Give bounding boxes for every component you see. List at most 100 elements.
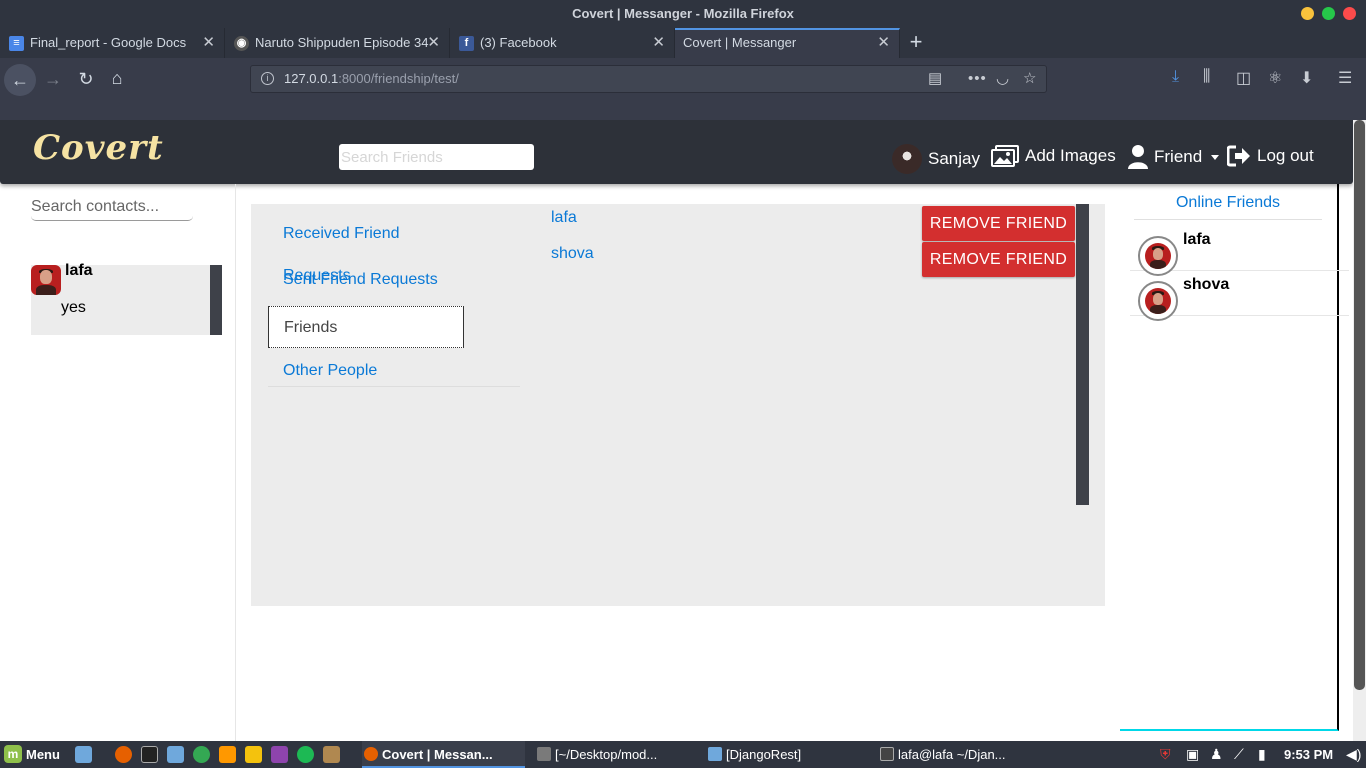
start-menu-button[interactable]: m Menu — [4, 745, 60, 763]
downloads-icon[interactable]: ⤓ — [1172, 68, 1179, 86]
sidebar-icon[interactable]: ◫ — [1236, 68, 1251, 88]
task-files[interactable]: [DjangoRest] — [706, 741, 869, 768]
forward-button[interactable]: → — [42, 67, 64, 91]
tab-covert-messanger[interactable]: Covert | Messanger ✕ — [675, 28, 900, 58]
back-button[interactable]: ← — [4, 64, 36, 96]
reader-view-icon[interactable]: ▤ — [928, 66, 942, 92]
sublime-icon — [537, 747, 551, 761]
google-docs-icon: ≡ — [9, 36, 24, 51]
tab-label: Final_report - Google Docs — [30, 35, 187, 50]
battery-icon[interactable]: ▮ — [1258, 746, 1266, 763]
search-friends-input[interactable] — [339, 144, 534, 170]
tab-label: Covert | Messanger — [683, 35, 797, 50]
bookmarks-toolbar — [0, 100, 1366, 120]
mint-logo-icon: m — [4, 745, 22, 763]
tab-label: Naruto Shippuden Episode 34 — [255, 35, 429, 50]
show-desktop-icon[interactable] — [75, 746, 92, 763]
friend-link-shova[interactable]: shova — [551, 245, 594, 263]
new-tab-button[interactable]: + — [904, 28, 928, 58]
pocket-icon[interactable]: ◡ — [996, 66, 1009, 92]
close-tab-icon[interactable]: ✕ — [652, 28, 665, 58]
clock[interactable]: 9:53 PM — [1284, 741, 1333, 768]
online-friend-item[interactable]: shova — [1130, 271, 1349, 321]
home-button[interactable]: ⌂ — [106, 66, 128, 90]
firefox-icon — [364, 747, 378, 761]
close-tab-icon[interactable]: ✕ — [202, 28, 215, 58]
online-friends-title: Online Friends — [1134, 194, 1322, 220]
friend-dropdown[interactable]: Friend — [1128, 145, 1220, 169]
minimize-button[interactable] — [1301, 7, 1314, 20]
close-tab-icon[interactable]: ✕ — [427, 28, 440, 58]
clipboard-icon[interactable]: ▣ — [1186, 746, 1199, 763]
avatar — [1145, 243, 1171, 269]
files-launcher-icon[interactable] — [167, 746, 184, 763]
info-icon[interactable]: i — [261, 72, 274, 85]
friendship-menu: Received Friend Requests Sent Friend Req… — [268, 212, 520, 387]
task-terminal[interactable]: lafa@lafa ~/Djan... — [878, 741, 1041, 768]
terminal-launcher-icon[interactable] — [141, 746, 158, 763]
app-logo[interactable]: Covert — [33, 128, 164, 168]
user-profile-link[interactable]: Sanjay — [892, 144, 980, 174]
volume-icon[interactable]: ◀) — [1346, 746, 1361, 763]
remove-friend-button[interactable]: REMOVE FRIEND — [922, 206, 1075, 241]
friends-list-scrollbar[interactable] — [1076, 204, 1089, 505]
online-friend-item[interactable]: lafa — [1130, 226, 1349, 276]
logout-link[interactable]: Log out — [1227, 145, 1314, 167]
avatar-ring — [1138, 281, 1178, 321]
friend-dropdown-label: Friend — [1154, 147, 1203, 166]
add-images-link[interactable]: Add Images — [991, 145, 1116, 167]
contact-scrollbar[interactable] — [210, 265, 222, 335]
url-path: :8000/friendship/test/ — [338, 71, 459, 86]
more-actions-icon[interactable]: ••• — [968, 66, 987, 92]
reload-button[interactable]: ↻ — [75, 67, 97, 91]
bookmark-star-icon[interactable]: ☆ — [1023, 66, 1036, 92]
friend-link-lafa[interactable]: lafa — [551, 209, 577, 227]
task-label: Covert | Messan... — [382, 747, 493, 762]
menu-received-requests[interactable]: Received Friend Requests — [268, 213, 464, 284]
notes-launcher-icon[interactable] — [245, 746, 262, 763]
shield-icon[interactable]: ⛨ — [1160, 746, 1171, 763]
avatar — [31, 265, 61, 295]
images-icon — [991, 145, 1019, 167]
online-friend-name: lafa — [1183, 231, 1211, 248]
close-window-button[interactable] — [1343, 7, 1356, 20]
user-status-icon[interactable]: ♟ — [1210, 746, 1223, 763]
menu-friends[interactable]: Friends — [268, 306, 464, 348]
chrome-launcher-icon[interactable] — [193, 746, 210, 763]
sublime-launcher-icon[interactable] — [219, 746, 236, 763]
task-firefox[interactable]: Covert | Messan... — [362, 741, 525, 768]
tab-google-docs[interactable]: ≡ Final_report - Google Docs ✕ — [0, 28, 225, 58]
archive-launcher-icon[interactable] — [323, 746, 340, 763]
network-icon[interactable]: ⟋ — [1234, 746, 1244, 763]
naruto-icon: ◉ — [234, 36, 249, 51]
tab-facebook[interactable]: f (3) Facebook ✕ — [450, 28, 675, 58]
hamburger-menu-icon[interactable]: ☰ — [1338, 68, 1352, 88]
menu-sent-requests[interactable]: Sent Friend Requests — [268, 259, 464, 301]
avatar — [892, 144, 922, 174]
contacts-panel: lafa yes — [0, 184, 236, 741]
desktop-taskbar: m Menu Covert | Messan... [~/Desktop/mod… — [0, 741, 1366, 768]
extension-download-icon[interactable]: ⬇ — [1300, 68, 1313, 88]
search-contacts-input[interactable] — [31, 194, 193, 221]
add-images-label: Add Images — [1025, 146, 1116, 165]
task-sublime[interactable]: [~/Desktop/mod... — [535, 741, 698, 768]
library-icon[interactable]: ⫼ — [1203, 68, 1210, 86]
menu-other-people[interactable]: Other People — [268, 350, 464, 392]
video-launcher-icon[interactable] — [271, 746, 288, 763]
remove-friend-button[interactable]: REMOVE FRIEND — [922, 242, 1075, 277]
page-scrollbar[interactable] — [1353, 120, 1366, 741]
friendship-panel: Received Friend Requests Sent Friend Req… — [251, 204, 1105, 606]
maximize-button[interactable] — [1322, 7, 1335, 20]
terminal-icon — [880, 747, 894, 761]
online-friend-name: shova — [1183, 276, 1230, 293]
start-menu-label: Menu — [26, 746, 60, 762]
close-tab-icon[interactable]: ✕ — [877, 30, 890, 56]
contact-item[interactable]: lafa yes — [31, 262, 222, 335]
page-scrollbar-thumb[interactable] — [1354, 120, 1365, 690]
task-label: lafa@lafa ~/Djan... — [898, 747, 1006, 762]
spotify-launcher-icon[interactable] — [297, 746, 314, 763]
tab-naruto[interactable]: ◉ Naruto Shippuden Episode 34 ✕ — [225, 28, 450, 58]
firefox-launcher-icon[interactable] — [115, 746, 132, 763]
url-bar[interactable]: i 127.0.0.1:8000/friendship/test/ ▤ ••• … — [250, 65, 1047, 93]
react-devtools-icon[interactable]: ⚛ — [1268, 68, 1282, 88]
